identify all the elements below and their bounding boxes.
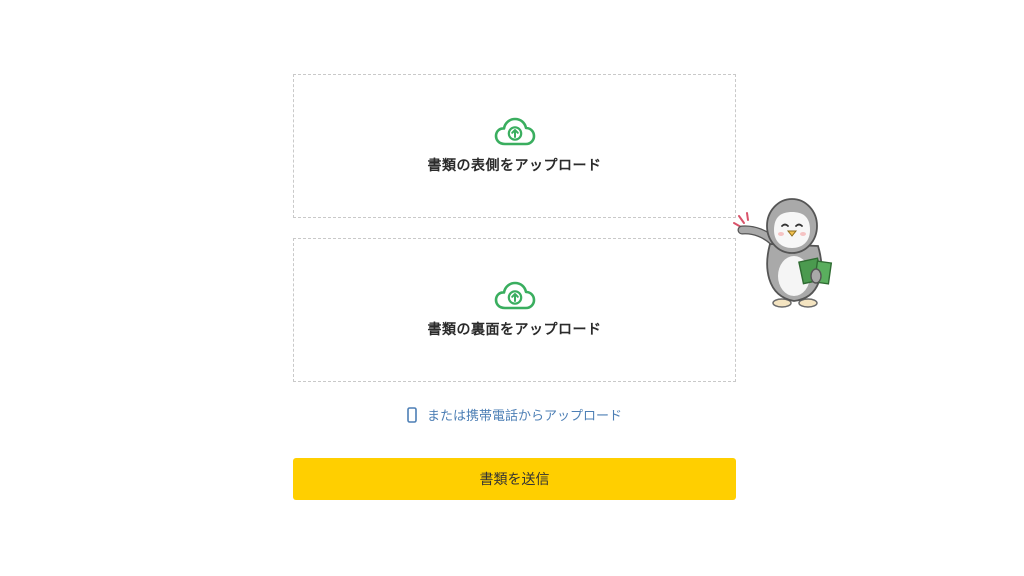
cloud-upload-icon bbox=[494, 281, 535, 310]
upload-back-dropzone[interactable]: 書類の裏面をアップロード bbox=[293, 238, 736, 382]
penguin-mascot-illustration bbox=[733, 198, 833, 308]
upload-front-dropzone[interactable]: 書類の表側をアップロード bbox=[293, 74, 736, 218]
smartphone-icon bbox=[407, 406, 417, 423]
upload-documents-screen: 書類の表側をアップロード 書類の裏面をアップロード または携帯電話からアップロー… bbox=[0, 0, 1024, 576]
mobile-upload-link[interactable]: または携帯電話からアップロード bbox=[293, 405, 736, 424]
upload-front-label: 書類の表側をアップロード bbox=[427, 158, 602, 174]
mobile-upload-label: または携帯電話からアップロード bbox=[426, 409, 622, 424]
submit-documents-button[interactable]: 書類を送信 bbox=[293, 458, 736, 500]
upload-back-label: 書類の裏面をアップロード bbox=[427, 322, 602, 338]
cloud-upload-icon bbox=[494, 117, 535, 146]
